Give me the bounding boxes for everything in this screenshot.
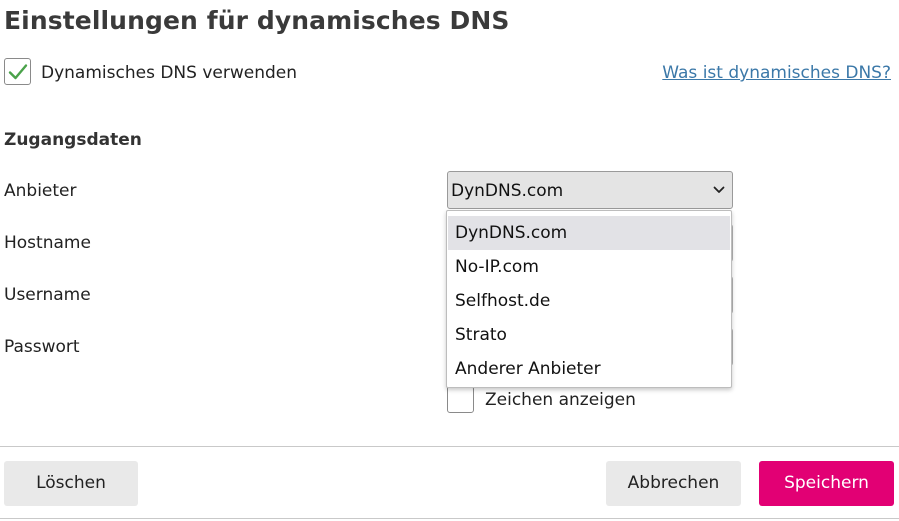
provider-option-other[interactable]: Anderer Anbieter <box>448 352 730 386</box>
username-label: Username <box>4 285 91 305</box>
save-button[interactable]: Speichern <box>759 461 894 506</box>
cancel-button[interactable]: Abbrechen <box>606 461 741 506</box>
provider-option-selfhost[interactable]: Selfhost.de <box>448 284 730 318</box>
hostname-label: Hostname <box>4 233 91 253</box>
page-title: Einstellungen für dynamisches DNS <box>4 6 510 35</box>
provider-option-dyndns[interactable]: DynDNS.com <box>448 216 730 250</box>
provider-dropdown-list: DynDNS.com No-IP.com Selfhost.de Strato … <box>446 210 732 388</box>
password-label: Passwort <box>4 337 80 357</box>
checkmark-icon <box>8 64 28 80</box>
ddns-checkbox[interactable] <box>4 58 31 85</box>
chevron-down-icon <box>713 186 725 193</box>
section-title: Zugangsdaten <box>4 130 142 150</box>
divider-bottom <box>0 518 899 519</box>
provider-option-noip[interactable]: No-IP.com <box>448 250 730 284</box>
provider-option-strato[interactable]: Strato <box>448 318 730 352</box>
delete-button[interactable]: Löschen <box>4 461 138 506</box>
provider-select[interactable]: DynDNS.com <box>447 171 733 209</box>
divider <box>0 446 899 447</box>
ddns-checkbox-label[interactable]: Dynamisches DNS verwenden <box>41 63 297 83</box>
ddns-help-link[interactable]: Was ist dynamisches DNS? <box>662 63 891 83</box>
show-characters-label[interactable]: Zeichen anzeigen <box>485 390 636 410</box>
show-characters-checkbox[interactable] <box>447 386 474 413</box>
provider-select-value: DynDNS.com <box>451 181 564 201</box>
provider-label: Anbieter <box>4 181 77 201</box>
